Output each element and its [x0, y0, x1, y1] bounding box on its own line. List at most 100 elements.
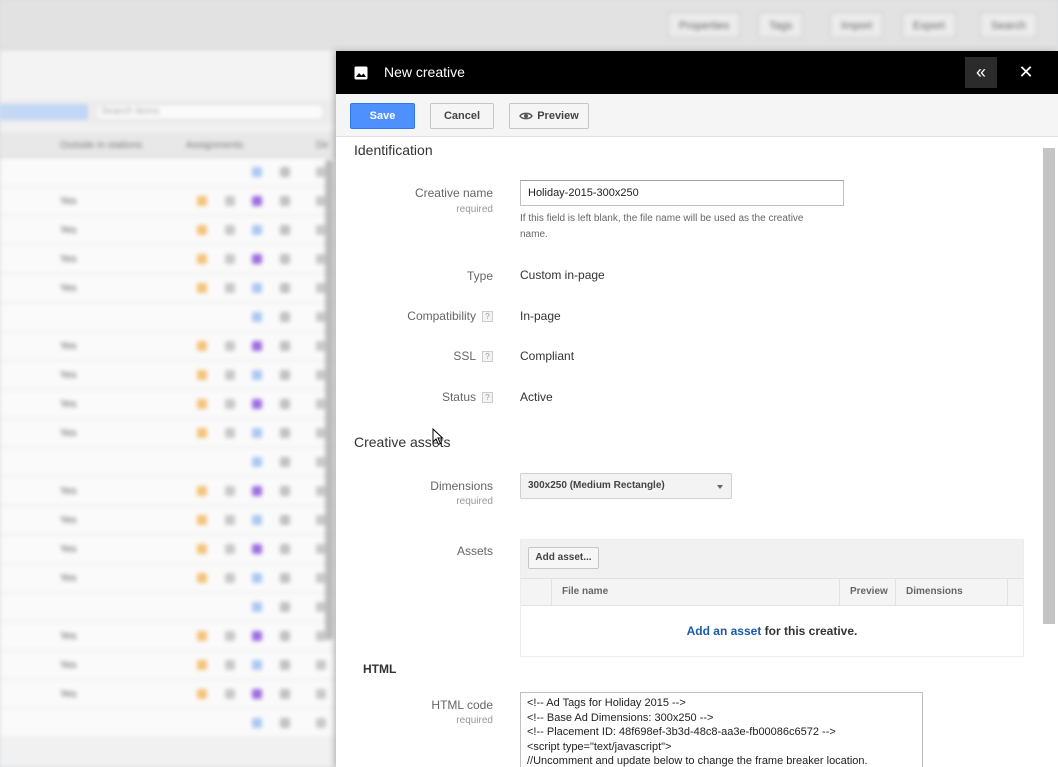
bg-status-icon: [280, 602, 290, 612]
bg-status-icon: [252, 544, 262, 554]
bg-table-row: Yes: [0, 477, 336, 506]
compatibility-label-text: Compatibility: [407, 309, 476, 323]
bg-status-icon: [280, 254, 290, 264]
bg-status-icon: [252, 254, 262, 264]
bg-row-value: Yes: [60, 341, 77, 352]
bg-status-icon: [252, 312, 262, 322]
bg-status-icon: [252, 718, 262, 728]
bg-table-row: [0, 158, 336, 187]
bg-row-value: Yes: [60, 196, 77, 207]
bg-row-value: Yes: [60, 660, 77, 671]
dialog-header: New creative « ✕: [336, 51, 1058, 94]
help-icon[interactable]: ?: [482, 311, 493, 322]
bg-status-icon: [225, 196, 235, 206]
status-label-text: Status: [441, 390, 476, 404]
preview-button[interactable]: Preview: [509, 103, 589, 129]
help-icon[interactable]: ?: [482, 351, 493, 362]
close-dialog-button[interactable]: ✕: [1010, 57, 1042, 88]
bg-status-icon: [252, 689, 262, 699]
collapse-panel-button[interactable]: «: [965, 57, 997, 88]
bg-row-value: Yes: [60, 689, 77, 700]
bg-status-icon: [197, 428, 207, 438]
bg-properties-button: Properties: [668, 12, 741, 38]
assets-table: Add asset... File name Preview Dimension…: [520, 539, 1024, 657]
dimensions-selected-value: 300x250 (Medium Rectangle): [528, 480, 665, 491]
html-code-textarea[interactable]: <!-- Ad Tags for Holiday 2015 --> <!-- B…: [520, 692, 923, 767]
background-toolbar: 11.25.1.08: [0, 50, 336, 126]
select-all-column[interactable]: [521, 579, 552, 605]
bg-status-icon: [197, 544, 207, 554]
bg-status-icon: [252, 399, 262, 409]
bg-status-icon: [225, 428, 235, 438]
bg-status-icon: [225, 254, 235, 264]
creative-name-input[interactable]: [520, 180, 844, 206]
bg-status-icon: [280, 544, 290, 554]
bg-status-icon: [252, 515, 262, 525]
assets-empty-message: Add an asset for this creative.: [521, 624, 1023, 638]
bg-status-icon: [280, 718, 290, 728]
bg-status-icon: [197, 660, 207, 670]
bg-status-icon: [197, 515, 207, 525]
bg-status-icon: [280, 312, 290, 322]
bg-row-value: Yes: [60, 544, 77, 555]
bg-status-icon: [197, 225, 207, 235]
bg-status-icon: [280, 283, 290, 293]
type-label: Type: [466, 269, 493, 283]
bg-filter-chip: [0, 104, 88, 120]
bg-import-button: Import: [830, 12, 884, 38]
bg-export-button: Export: [902, 12, 956, 38]
bg-status-icon: [280, 660, 290, 670]
image-icon: [354, 66, 368, 80]
dialog-title: New creative: [384, 64, 465, 80]
bg-status-icon: [316, 718, 326, 728]
bg-row-value: Yes: [60, 428, 77, 439]
bg-status-icon: [280, 399, 290, 409]
bg-status-icon: [197, 486, 207, 496]
compatibility-value: In-page: [520, 309, 561, 323]
bg-status-icon: [280, 428, 290, 438]
bg-status-icon: [197, 283, 207, 293]
add-an-asset-link[interactable]: Add an asset: [687, 624, 762, 638]
help-icon[interactable]: ?: [482, 392, 493, 403]
dimensions-column[interactable]: Dimensions: [896, 579, 1008, 605]
bg-table-row: [0, 303, 336, 332]
identification-section-title: Identification: [354, 142, 433, 158]
bg-row-value: Yes: [60, 225, 77, 236]
close-icon: ✕: [1018, 62, 1034, 82]
bg-status-icon: [280, 341, 290, 351]
dialog-body: Identification Creative name required If…: [336, 138, 1058, 767]
bg-row-value: Yes: [60, 254, 77, 265]
dimensions-select[interactable]: 300x250 (Medium Rectangle): [520, 473, 732, 499]
bg-table-row: [0, 448, 336, 477]
bg-status-icon: [225, 341, 235, 351]
creative-name-required: required: [456, 204, 493, 215]
bg-table-row: Yes: [0, 419, 336, 448]
bg-table-row: [0, 709, 336, 738]
save-button[interactable]: Save: [350, 103, 415, 129]
ssl-value: Compliant: [520, 349, 575, 363]
preview-button-label: Preview: [537, 110, 579, 122]
type-value: Custom in-page: [520, 268, 605, 282]
bg-status-icon: [225, 225, 235, 235]
bg-status-icon: [252, 602, 262, 612]
bg-status-icon: [197, 573, 207, 583]
compatibility-label: Compatibility?: [407, 309, 493, 323]
bg-table-row: Yes: [0, 564, 336, 593]
bg-status-icon: [225, 370, 235, 380]
bg-status-icon: [252, 167, 262, 177]
bg-row-value: Yes: [60, 399, 77, 410]
preview-column[interactable]: Preview: [840, 579, 896, 605]
bg-status-icon: [280, 486, 290, 496]
background-top-bar: Properties Tags Import Export Search: [0, 0, 1058, 50]
chevron-down-icon: [717, 485, 723, 489]
file-name-column[interactable]: File name: [552, 579, 840, 605]
bg-table-row: Yes: [0, 506, 336, 535]
html-code-label: HTML code: [431, 698, 493, 712]
background-scrollbar: [325, 160, 333, 640]
bg-status-icon: [197, 341, 207, 351]
bg-row-value: Yes: [60, 631, 77, 642]
dialog-scrollbar[interactable]: [1043, 148, 1055, 624]
bg-table-row: Yes: [0, 651, 336, 680]
cancel-button[interactable]: Cancel: [430, 103, 494, 129]
add-asset-button[interactable]: Add asset...: [528, 547, 599, 569]
